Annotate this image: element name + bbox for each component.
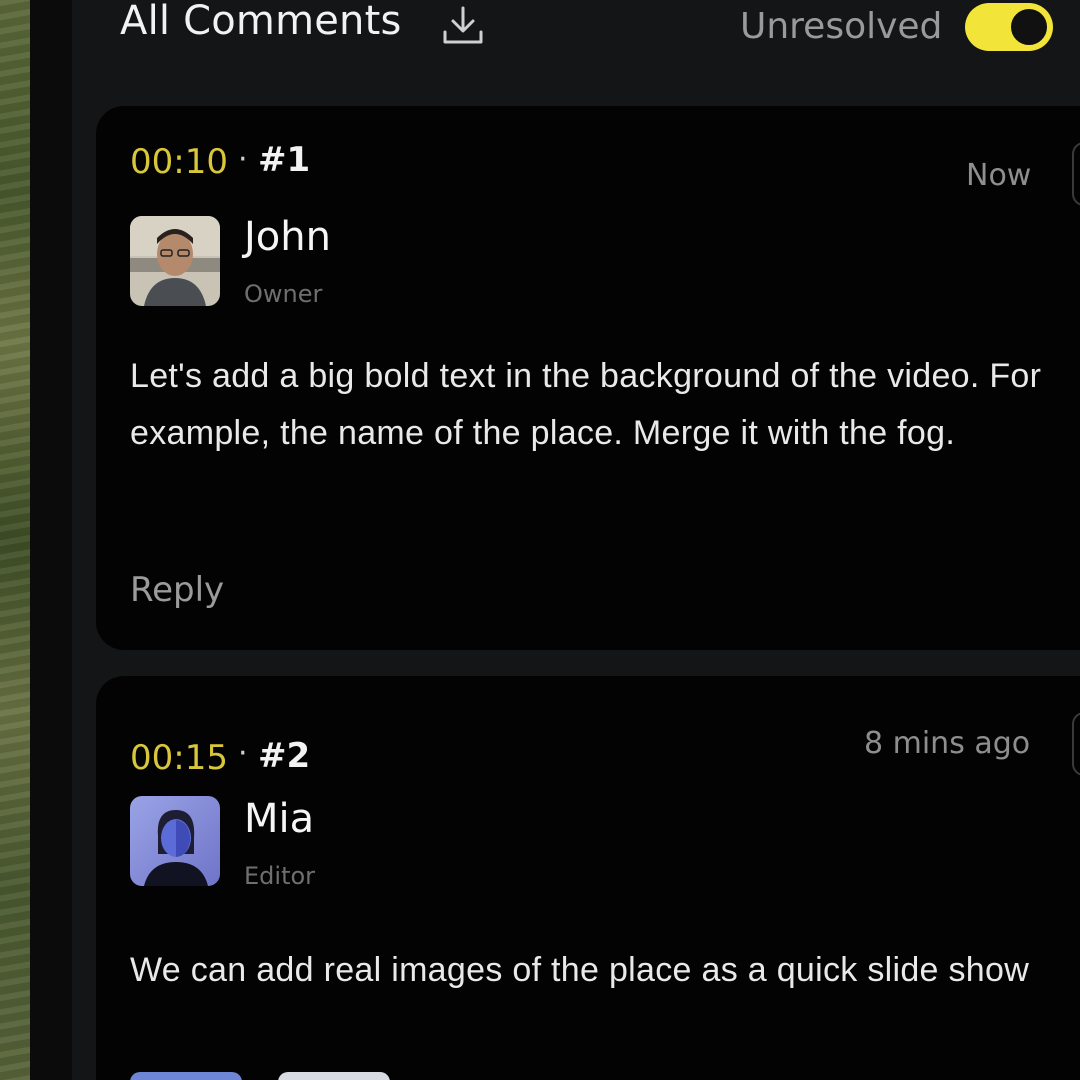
- attachment-thumbnail[interactable]: [130, 1072, 242, 1080]
- comment-text: We can add real images of the place as a…: [130, 951, 1030, 989]
- unresolved-filter-label: Unresolved: [740, 6, 943, 47]
- comment-author: Mia: [244, 796, 315, 842]
- toggle-knob: [1011, 9, 1047, 45]
- comment-time-ago: 8 mins ago: [864, 726, 1031, 761]
- comment-timecode[interactable]: 00:10: [130, 142, 228, 182]
- comment-author: John: [244, 214, 331, 260]
- unresolved-toggle[interactable]: [965, 3, 1053, 51]
- comment-number: #2: [258, 736, 311, 776]
- panel-gutter: [30, 0, 72, 1080]
- avatar: [130, 216, 220, 306]
- reply-button[interactable]: Reply: [130, 570, 224, 610]
- page-title: All Comments: [120, 0, 402, 44]
- comment-menu-button[interactable]: [1072, 142, 1080, 206]
- comment-author-role: Editor: [244, 862, 316, 890]
- background-video-preview: [0, 0, 30, 1080]
- attachment-thumbnail[interactable]: [278, 1072, 390, 1080]
- comment-menu-button[interactable]: [1072, 712, 1080, 776]
- separator-dot: ·: [238, 142, 248, 177]
- download-icon[interactable]: [440, 4, 486, 48]
- comment-author-role: Owner: [244, 280, 323, 308]
- comment-text: Let's add a big bold text in the backgro…: [130, 357, 1042, 452]
- comment-card: 00:10 · #1 Now John Owner Let's add a bi…: [96, 106, 1080, 650]
- comment-card: 00:15 · #2 8 mins ago Mia Editor We can …: [96, 676, 1080, 1080]
- comment-number: #1: [258, 140, 311, 180]
- separator-dot: ·: [238, 736, 248, 771]
- comment-time-ago: Now: [966, 158, 1032, 193]
- comment-timecode[interactable]: 00:15: [130, 738, 228, 778]
- avatar: [130, 796, 220, 886]
